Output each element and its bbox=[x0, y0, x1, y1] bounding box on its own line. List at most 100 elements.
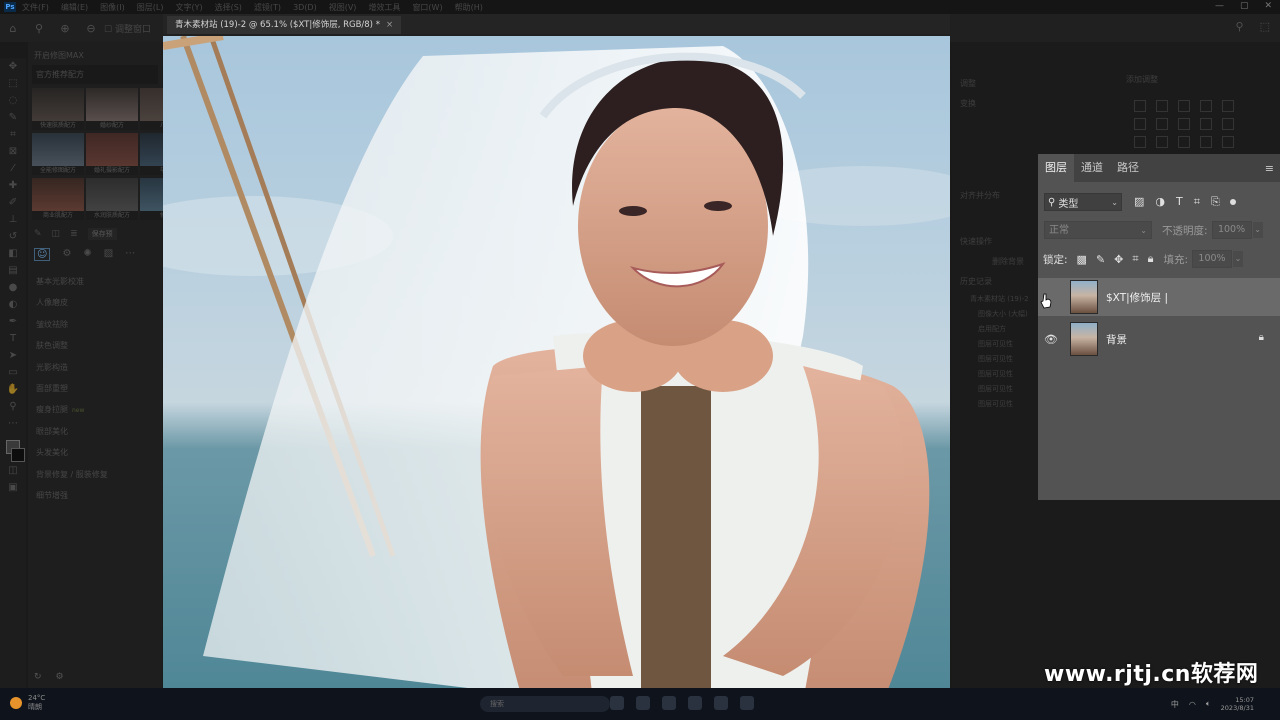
balance-icon[interactable] bbox=[1156, 118, 1168, 130]
fill-chevron-icon[interactable]: ⌄ bbox=[1233, 251, 1243, 267]
quick-select-tool-icon[interactable]: ✎ bbox=[4, 109, 22, 126]
eye-icon[interactable]: 👁︎ bbox=[1038, 333, 1064, 346]
healing-tool-icon[interactable]: ✚ bbox=[4, 177, 22, 194]
clock[interactable]: 15:07 2023/8/31 bbox=[1221, 696, 1254, 712]
function-item[interactable]: 皱纹祛除 bbox=[28, 314, 162, 335]
menu-help[interactable]: 帮助(H) bbox=[455, 2, 483, 13]
vibrance-icon[interactable] bbox=[1222, 100, 1234, 112]
function-item[interactable]: 瘦身拉腿 new bbox=[28, 399, 162, 420]
app-icon[interactable] bbox=[714, 696, 728, 710]
mixer-icon[interactable] bbox=[1222, 118, 1234, 130]
zoom-out-icon[interactable]: ⊖ bbox=[78, 22, 104, 35]
zoom-tool-icon[interactable]: ⚲ bbox=[26, 22, 52, 35]
tab-channels[interactable]: 通道 bbox=[1074, 154, 1110, 182]
close-tab-icon[interactable]: × bbox=[386, 20, 393, 30]
zoom-in-icon[interactable]: ⊕ bbox=[52, 22, 78, 35]
function-item[interactable]: 光影构造 bbox=[28, 357, 162, 378]
hand-tool-icon[interactable]: ✋ bbox=[4, 381, 22, 398]
layer-row[interactable]: 👁︎ 背景 🔒︎ bbox=[1038, 320, 1280, 358]
panel-menu-icon[interactable]: ≡ bbox=[1265, 162, 1274, 175]
eyedropper-tool-icon[interactable]: ⁄ bbox=[4, 160, 22, 177]
recipe-thumb[interactable]: 全能修图配方 bbox=[32, 133, 84, 175]
maximize-icon[interactable]: ▢ bbox=[1240, 1, 1249, 11]
selective-color-icon[interactable] bbox=[1222, 136, 1234, 148]
more-tools-icon[interactable]: ⋯ bbox=[4, 415, 22, 432]
app-icon[interactable] bbox=[740, 696, 754, 710]
background-color-swatch[interactable] bbox=[11, 448, 25, 462]
shape-tool-icon[interactable]: ▭ bbox=[4, 364, 22, 381]
network-icon[interactable]: ◠ bbox=[1189, 700, 1196, 709]
share-icon[interactable]: ⬚ bbox=[1260, 20, 1270, 33]
pixel-layer-filter-icon[interactable]: ▨ bbox=[1134, 195, 1144, 209]
bw-icon[interactable] bbox=[1178, 118, 1190, 130]
document-canvas[interactable] bbox=[163, 36, 950, 702]
refresh-icon[interactable]: ↻ bbox=[34, 672, 42, 682]
pen-tool-icon[interactable]: ✒ bbox=[4, 313, 22, 330]
posterize-icon[interactable] bbox=[1156, 136, 1168, 148]
document-tab[interactable]: 青木素材站 (19)-2 @ 65.1% ($XT|修饰层, RGB/8) * × bbox=[167, 16, 402, 34]
lock-transparent-icon[interactable]: ▩ bbox=[1077, 253, 1087, 266]
lock-pixels-icon[interactable]: ✎ bbox=[1096, 253, 1105, 266]
menu-image[interactable]: 图像(I) bbox=[100, 2, 125, 13]
function-item[interactable]: 基本光影校准 bbox=[28, 271, 162, 292]
menu-plugins[interactable]: 增效工具 bbox=[368, 2, 400, 13]
quick-mask-icon[interactable]: ◫ bbox=[4, 462, 22, 479]
recipe-thumb[interactable]: 商业肌配方 bbox=[32, 178, 84, 220]
opacity-field[interactable]: 100% bbox=[1211, 221, 1252, 239]
menu-window[interactable]: 窗口(W) bbox=[412, 2, 442, 13]
function-item[interactable]: 肤色调整 bbox=[28, 335, 162, 356]
menu-type[interactable]: 文字(Y) bbox=[175, 2, 202, 13]
tab-paths[interactable]: 路径 bbox=[1110, 154, 1146, 182]
move-tool-icon[interactable]: ✥ bbox=[4, 58, 22, 75]
recipe-thumb[interactable]: 快速肤质配方 bbox=[32, 88, 84, 130]
menu-select[interactable]: 选择(S) bbox=[215, 2, 242, 13]
layer-row[interactable]: $XT|修饰层 | bbox=[1038, 278, 1280, 316]
filter-toggle[interactable] bbox=[1229, 199, 1236, 205]
function-item[interactable]: 头发美化 bbox=[28, 442, 162, 463]
zoom-icon[interactable]: ⚲ bbox=[4, 398, 22, 415]
stamp-tool-icon[interactable]: ⊥ bbox=[4, 211, 22, 228]
gradient-tool-icon[interactable]: ▤ bbox=[4, 262, 22, 279]
eraser-tool-icon[interactable]: ◧ bbox=[4, 245, 22, 262]
menu-3d[interactable]: 3D(D) bbox=[293, 3, 317, 12]
lock-all-icon[interactable]: 🔒︎ bbox=[1148, 252, 1154, 266]
gear-icon[interactable]: ⚙ bbox=[56, 672, 64, 682]
filter-kind-select[interactable]: ⚲ 类型 ⌄ bbox=[1044, 193, 1122, 211]
menu-layer[interactable]: 图层(L) bbox=[137, 2, 164, 13]
function-item[interactable]: 细节增强 bbox=[28, 485, 162, 506]
path-select-tool-icon[interactable]: ➤ bbox=[4, 347, 22, 364]
crop-tool-icon[interactable]: ⌗ bbox=[4, 126, 22, 143]
menu-view[interactable]: 视图(V) bbox=[329, 2, 357, 13]
lasso-tool-icon[interactable]: ◌ bbox=[4, 92, 22, 109]
lock-position-icon[interactable]: ✥ bbox=[1114, 253, 1123, 266]
app-icon[interactable] bbox=[636, 696, 650, 710]
curves-icon[interactable] bbox=[1178, 100, 1190, 112]
blur-tool-icon[interactable]: ● bbox=[4, 279, 22, 296]
recipe-thumb[interactable]: 婚礼摄影配方 bbox=[86, 133, 138, 175]
threshold-icon[interactable] bbox=[1178, 136, 1190, 148]
marquee-tool-icon[interactable]: ⬚ bbox=[4, 75, 22, 92]
overflow-icon[interactable]: ⋯ bbox=[125, 248, 135, 261]
levels-icon[interactable] bbox=[1156, 100, 1168, 112]
blend-mode-select[interactable]: 正常 ⌄ bbox=[1044, 221, 1152, 239]
frame-tool-icon[interactable]: ⊠ bbox=[4, 143, 22, 160]
invert-icon[interactable] bbox=[1134, 136, 1146, 148]
function-item[interactable]: 面部重塑 bbox=[28, 378, 162, 399]
weather-widget[interactable]: 24°C 晴朗 bbox=[10, 694, 45, 712]
resize-windows-checkbox[interactable]: ☐ 调整窗口 bbox=[104, 22, 151, 35]
menu-edit[interactable]: 编辑(E) bbox=[61, 2, 88, 13]
type-layer-filter-icon[interactable]: T bbox=[1176, 195, 1183, 209]
shape-layer-filter-icon[interactable]: ⌗ bbox=[1194, 195, 1200, 209]
dodge-tool-icon[interactable]: ◐ bbox=[4, 296, 22, 313]
screen-mode-icon[interactable]: ▣ bbox=[4, 479, 22, 496]
opacity-chevron-icon[interactable]: ⌄ bbox=[1252, 222, 1263, 238]
stack-icon[interactable]: ≣ bbox=[70, 229, 78, 239]
aperture-icon[interactable]: ✺ bbox=[83, 248, 91, 261]
app-icon[interactable] bbox=[610, 696, 624, 710]
image-icon[interactable]: ▨ bbox=[104, 248, 113, 261]
recipe-thumb[interactable]: 婚纱配方 bbox=[86, 88, 138, 130]
lock-artboard-icon[interactable]: ⌗ bbox=[1132, 252, 1138, 266]
fill-field[interactable]: 100% bbox=[1192, 250, 1232, 268]
portrait-mode-icon[interactable]: ☺ bbox=[34, 248, 51, 261]
save-recipe-chip[interactable]: 保存预 bbox=[87, 228, 117, 240]
